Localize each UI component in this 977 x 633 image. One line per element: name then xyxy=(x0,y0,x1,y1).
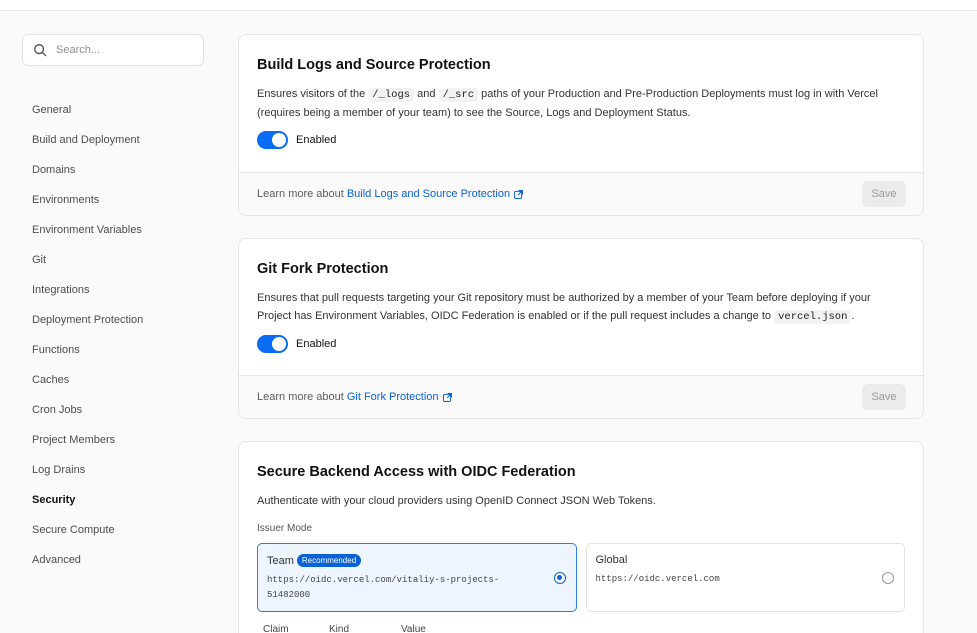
external-link-icon xyxy=(514,189,524,199)
git-fork-protection-card: Git Fork Protection Ensures that pull re… xyxy=(238,238,924,419)
logs-path-code: /_logs xyxy=(368,88,415,102)
sidebar-item-environments[interactable]: Environments xyxy=(32,185,212,215)
desc-text: . xyxy=(851,310,855,322)
sidebar-item-cron-jobs[interactable]: Cron Jobs xyxy=(32,395,212,425)
link-label: Build Logs and Source Protection xyxy=(346,188,511,200)
toggle-knob xyxy=(272,337,286,351)
card-footer: Learn more about Build Logs and Source P… xyxy=(239,172,923,215)
enabled-toggle-row: Enabled xyxy=(257,335,905,353)
learn-more-link[interactable]: Build Logs and Source Protection xyxy=(346,188,524,200)
learn-more-prefix: Learn more about xyxy=(257,188,344,200)
desc-text: Ensures visitors of the xyxy=(257,88,366,100)
settings-sidebar: General Build and Deployment Domains Env… xyxy=(32,95,212,575)
column-header-value: Value xyxy=(401,624,426,633)
card-title: Secure Backend Access with OIDC Federati… xyxy=(257,464,576,480)
enabled-toggle[interactable] xyxy=(257,131,288,149)
save-button[interactable]: Save xyxy=(862,181,906,207)
issuer-url: https://oidc.vercel.com xyxy=(595,574,720,584)
sidebar-item-functions[interactable]: Functions xyxy=(32,335,212,365)
save-button[interactable]: Save xyxy=(862,384,906,410)
toggle-label: Enabled xyxy=(296,338,337,350)
column-header-kind: Kind xyxy=(329,624,350,633)
recommended-badge: Recommended xyxy=(296,554,362,567)
issuer-option-team[interactable]: Team Recommended https://oidc.vercel.com… xyxy=(257,543,577,612)
claims-table-header: Claim Kind Value xyxy=(257,624,905,633)
sidebar-item-project-members[interactable]: Project Members xyxy=(32,425,212,455)
search-box[interactable] xyxy=(22,34,204,66)
sidebar-item-git[interactable]: Git xyxy=(32,245,212,275)
option-label: Team xyxy=(267,554,294,567)
issuer-url: https://oidc.vercel.com/vitaliy-s-projec… xyxy=(267,575,500,600)
option-header: Global xyxy=(596,554,896,566)
learn-more-text: Learn more about Build Logs and Source P… xyxy=(257,188,524,200)
issuer-mode-options: Team Recommended https://oidc.vercel.com… xyxy=(257,543,905,612)
radio-button[interactable] xyxy=(553,572,566,584)
card-title: Build Logs and Source Protection xyxy=(257,57,491,73)
card-description: Authenticate with your cloud providers u… xyxy=(257,495,656,507)
vercel-json-code: vercel.json xyxy=(774,310,852,324)
learn-more-text: Learn more about Git Fork Protection xyxy=(257,391,452,403)
card-footer: Learn more about Git Fork Protection Sav… xyxy=(239,375,923,418)
sidebar-item-build-and-deployment[interactable]: Build and Deployment xyxy=(32,125,212,155)
search-icon xyxy=(34,44,47,57)
learn-more-prefix: Learn more about xyxy=(257,391,344,403)
option-label: Global xyxy=(595,554,628,566)
top-bar xyxy=(0,0,977,11)
enabled-toggle[interactable] xyxy=(257,335,288,353)
column-header-claim: Claim xyxy=(263,624,289,633)
toggle-knob xyxy=(272,133,286,147)
card-description: Ensures visitors of the /_logs and /_src… xyxy=(257,85,905,122)
link-label: Git Fork Protection xyxy=(346,391,439,403)
sidebar-item-log-drains[interactable]: Log Drains xyxy=(32,455,212,485)
toggle-label: Enabled xyxy=(296,134,337,146)
sidebar-item-integrations[interactable]: Integrations xyxy=(32,275,212,305)
sidebar-item-environment-variables[interactable]: Environment Variables xyxy=(32,215,212,245)
sidebar-item-secure-compute[interactable]: Secure Compute xyxy=(32,515,212,545)
desc-text: and xyxy=(417,88,436,100)
sidebar-item-caches[interactable]: Caches xyxy=(32,365,212,395)
card-title: Git Fork Protection xyxy=(257,261,389,277)
learn-more-link[interactable]: Git Fork Protection xyxy=(347,391,452,403)
sidebar-item-domains[interactable]: Domains xyxy=(32,155,212,185)
sidebar-item-security[interactable]: Security xyxy=(32,485,212,515)
external-link-icon xyxy=(442,392,452,402)
oidc-federation-card: Secure Backend Access with OIDC Federati… xyxy=(238,441,924,633)
option-header: Team Recommended xyxy=(267,554,567,567)
sidebar-item-advanced[interactable]: Advanced xyxy=(32,545,212,575)
issuer-mode-label: Issuer Mode xyxy=(257,523,313,534)
card-description: Ensures that pull requests targeting you… xyxy=(257,289,905,326)
src-path-code: /_src xyxy=(438,88,479,102)
build-logs-protection-card: Build Logs and Source Protection Ensures… xyxy=(238,34,924,216)
enabled-toggle-row: Enabled xyxy=(257,131,905,149)
radio-button[interactable] xyxy=(882,572,894,584)
search-input[interactable] xyxy=(56,44,196,56)
issuer-option-global[interactable]: Global https://oidc.vercel.com xyxy=(585,543,905,612)
sidebar-item-deployment-protection[interactable]: Deployment Protection xyxy=(32,305,212,335)
sidebar-item-general[interactable]: General xyxy=(32,95,212,125)
